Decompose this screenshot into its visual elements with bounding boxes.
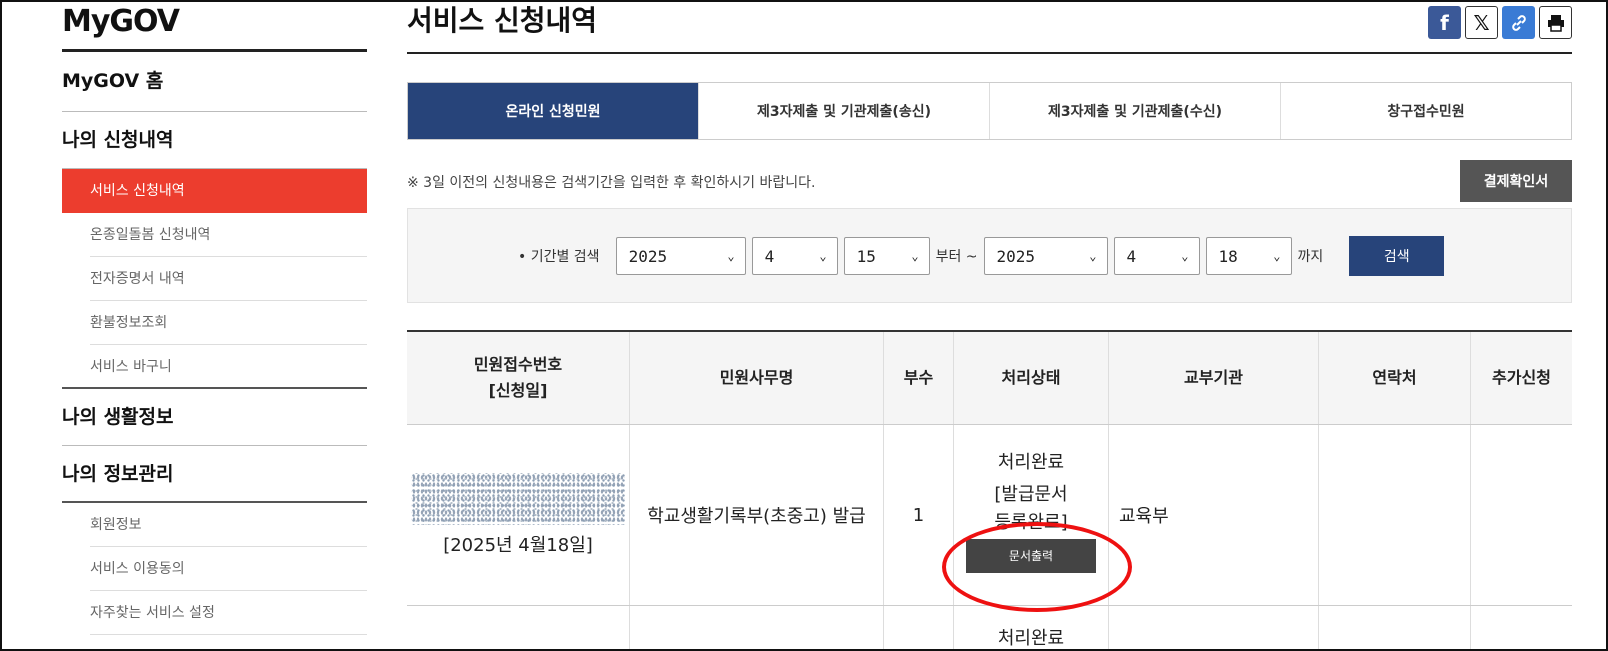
sidebar-submenu-applications: 서비스 신청내역 온종일돌봄 신청내역 전자증명서 내역 환불정보조회 서비스 …: [62, 169, 367, 389]
tab-third-party-sent[interactable]: 제3자제출 및 기관제출(송신): [699, 83, 990, 139]
chevron-down-icon: ⌄: [819, 249, 827, 263]
tab-online-applications[interactable]: 온라인 신청민원: [408, 83, 699, 139]
sidebar-item-e-certificates[interactable]: 전자증명서 내역: [90, 257, 367, 301]
from-year-value: 2025: [628, 246, 668, 266]
service-name-cell: [630, 606, 884, 649]
from-year-select[interactable]: 2025 ⌄: [615, 237, 746, 275]
chevron-down-icon: ⌄: [1181, 249, 1189, 263]
payment-confirmation-button[interactable]: 결제확인서: [1460, 160, 1572, 202]
status-cell: 처리완료: [954, 606, 1109, 649]
from-day-value: 15: [856, 246, 876, 266]
header-status: 처리상태: [954, 332, 1109, 424]
header-receipt-line2: [신청일]: [488, 381, 548, 400]
to-suffix: 까지: [1297, 249, 1324, 265]
to-day-value: 18: [1218, 246, 1238, 266]
sidebar-item-service-applications[interactable]: 서비스 신청내역: [62, 169, 367, 213]
to-month-select[interactable]: 4 ⌄: [1113, 237, 1200, 275]
search-button[interactable]: 검색: [1349, 236, 1445, 276]
search-notice: ※ 3일 이전의 신청내용은 검색기간을 입력한 후 확인하시기 바랍니다.: [407, 175, 816, 191]
table-header-row: 민원접수번호 [신청일] 민원사무명 부수 처리상태 교부기관 연락처 추가신청: [407, 332, 1572, 425]
header-receipt-number: 민원접수번호 [신청일]: [407, 332, 630, 424]
header-count: 부수: [884, 332, 954, 424]
header-service-name: 민원사무명: [630, 332, 884, 424]
from-suffix: 부터 ~: [935, 249, 978, 265]
from-month-select[interactable]: 4 ⌄: [751, 237, 838, 275]
chevron-down-icon: ⌄: [911, 249, 919, 263]
logo[interactable]: MyGOV: [62, 2, 367, 52]
receipt-cell: [407, 606, 630, 649]
sidebar-item-service-basket[interactable]: 서비스 바구니: [62, 345, 367, 389]
agency-cell: 교육부: [1109, 425, 1319, 605]
receipt-cell: [2025년 4월18일]: [407, 425, 630, 605]
table-row: [2025년 4월18일] 학교생활기록부(초중고) 발급 1 처리완료 [발급…: [407, 425, 1572, 606]
header-extra: 추가신청: [1471, 332, 1572, 424]
link-icon[interactable]: [1502, 6, 1535, 39]
sidebar-item-refund-info[interactable]: 환불정보조회: [90, 301, 367, 345]
sidebar-section-applications[interactable]: 나의 신청내역: [62, 112, 367, 169]
period-search-label: • 기간별 검색: [518, 249, 600, 265]
agency-cell: [1109, 606, 1319, 649]
to-year-select[interactable]: 2025 ⌄: [983, 237, 1108, 275]
to-day-select[interactable]: 18 ⌄: [1205, 237, 1292, 275]
facebook-icon[interactable]: f: [1428, 6, 1461, 39]
sidebar-item-favorite-services[interactable]: 자주찾는 서비스 설정: [90, 591, 367, 635]
document-print-button[interactable]: 문서출력: [966, 539, 1096, 574]
extra-request-cell: [1471, 425, 1572, 605]
status-line2: [발급문서: [994, 484, 1068, 506]
screenshot-frame: MyGOV MyGOV 홈 나의 신청내역 서비스 신청내역 온종일돌봄 신청내…: [0, 0, 1608, 651]
count-cell: 1: [884, 425, 954, 605]
table-row: 처리완료: [407, 606, 1572, 649]
from-month-value: 4: [764, 246, 775, 266]
extra-request-cell: [1471, 606, 1572, 649]
count-cell: [884, 606, 954, 649]
contact-cell: [1319, 425, 1471, 605]
to-month-value: 4: [1126, 246, 1137, 266]
chevron-down-icon: ⌄: [1273, 249, 1281, 263]
main-content: 서비스 신청내역 f 𝕏 온라인 신청민원 제3자제출 및 기관제출(송신) 제…: [407, 2, 1572, 649]
to-year-value: 2025: [996, 246, 1036, 266]
search-panel: • 기간별 검색 2025 ⌄ 4 ⌄ 15 ⌄ 부터 ~ 2025 ⌄ 4 ⌄ 18 ⌄ …: [407, 208, 1572, 303]
status-cell: 처리완료 [발급문서 등록완료] 문서출력: [954, 425, 1109, 605]
sidebar: MyGOV MyGOV 홈 나의 신청내역 서비스 신청내역 온종일돌봄 신청내…: [62, 2, 367, 635]
x-icon[interactable]: 𝕏: [1465, 6, 1498, 39]
sidebar-submenu-my-info: 회원정보 서비스 이용동의 자주찾는 서비스 설정: [62, 503, 367, 635]
status-line3: 등록완료]: [994, 511, 1068, 533]
redacted-receipt-number: [411, 473, 625, 525]
from-day-select[interactable]: 15 ⌄: [843, 237, 930, 275]
sidebar-item-allday-care[interactable]: 온종일돌봄 신청내역: [90, 213, 367, 257]
service-name-cell[interactable]: 학교생활기록부(초중고) 발급: [630, 425, 884, 605]
sidebar-home[interactable]: MyGOV 홈: [62, 52, 367, 112]
page-title: 서비스 신청내역: [407, 2, 1572, 54]
application-tabs: 온라인 신청민원 제3자제출 및 기관제출(송신) 제3자제출 및 기관제출(수…: [407, 82, 1572, 140]
sidebar-item-member-info[interactable]: 회원정보: [90, 503, 367, 547]
tab-third-party-received[interactable]: 제3자제출 및 기관제출(수신): [990, 83, 1281, 139]
contact-cell: [1319, 606, 1471, 649]
application-date: [2025년 4월18일]: [443, 535, 593, 556]
tab-counter-applications[interactable]: 창구접수민원: [1281, 83, 1571, 139]
sidebar-section-my-info[interactable]: 나의 정보관리: [62, 446, 367, 503]
header-contact: 연락처: [1319, 332, 1471, 424]
period-search-row: • 기간별 검색 2025 ⌄ 4 ⌄ 15 ⌄ 부터 ~ 2025 ⌄ 4 ⌄ 18 ⌄ …: [518, 236, 1445, 276]
share-toolbar: f 𝕏: [1428, 6, 1572, 39]
header-receipt-line1: 민원접수번호: [473, 355, 563, 375]
applications-table: 민원접수번호 [신청일] 민원사무명 부수 처리상태 교부기관 연락처 추가신청 …: [407, 330, 1572, 649]
chevron-down-icon: ⌄: [1089, 249, 1097, 263]
chevron-down-icon: ⌄: [727, 249, 735, 263]
print-icon[interactable]: [1539, 6, 1572, 39]
header-agency: 교부기관: [1109, 332, 1319, 424]
status-line1: 처리완료: [997, 452, 1065, 473]
sidebar-section-life-info[interactable]: 나의 생활정보: [62, 389, 367, 446]
sidebar-item-service-consent[interactable]: 서비스 이용동의: [90, 547, 367, 591]
